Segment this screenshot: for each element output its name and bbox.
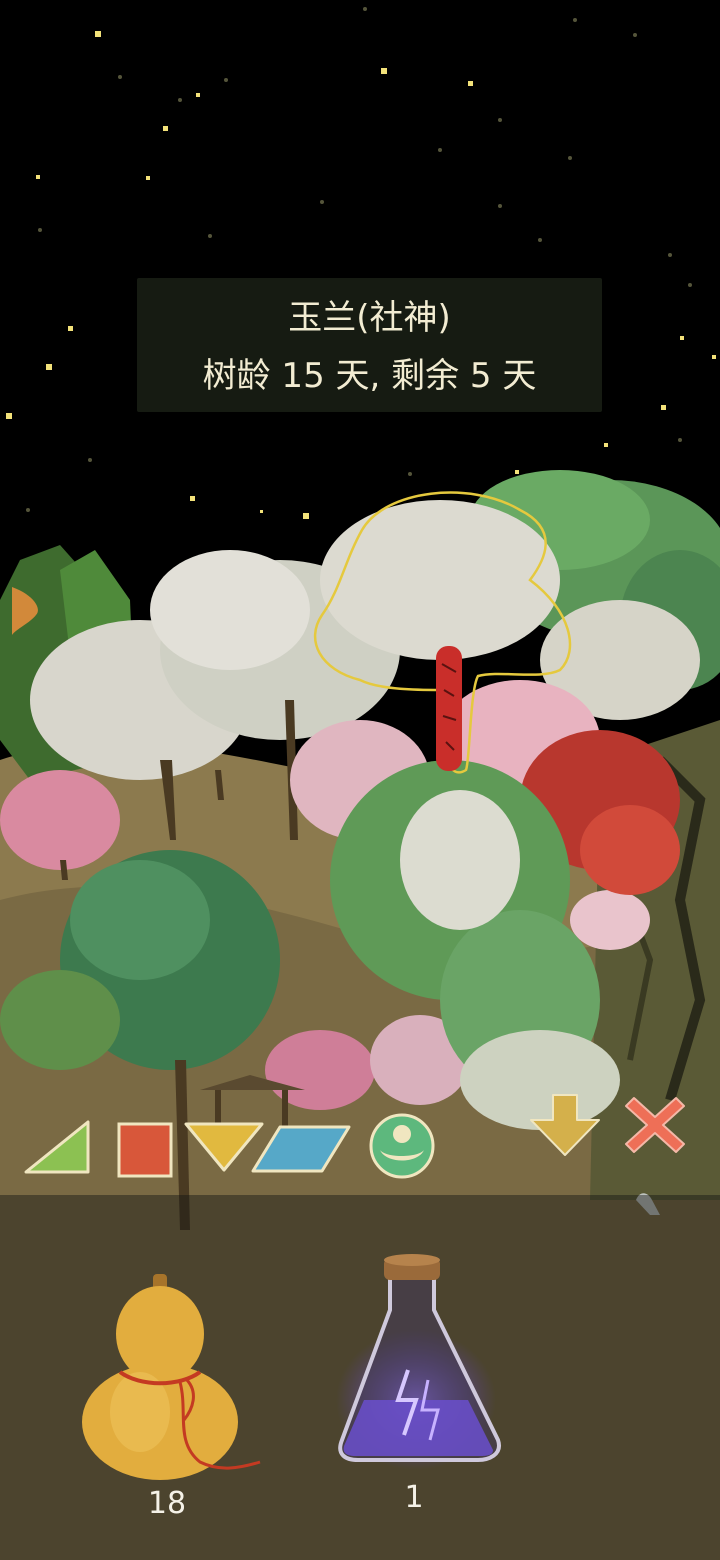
gourd-count: 18 [147, 1486, 187, 1521]
tree-info-panel: 玉兰(社神) 树龄 15 天, 剩余 5 天 [137, 278, 602, 412]
chevron-right-icon [12, 587, 38, 635]
green-triangle-icon [24, 1120, 90, 1174]
red-square-icon [117, 1122, 173, 1178]
side-menu-toggle[interactable] [6, 585, 46, 641]
gourd-icon [82, 1274, 261, 1480]
tool-parallelogram-button[interactable] [250, 1124, 352, 1174]
close-button[interactable] [622, 1092, 688, 1158]
green-sprout-circle-icon [369, 1113, 435, 1179]
tree-age-label: 树龄 15 天, 剩余 5 天 [202, 356, 537, 396]
lower-down-button[interactable] [527, 1092, 603, 1158]
gourd-item[interactable] [80, 1272, 270, 1482]
down-arrow-icon [530, 1094, 600, 1156]
game-screen: 玉兰(社神) 树龄 15 天, 剩余 5 天 18 1 [0, 0, 720, 1560]
tool-triangle-button[interactable] [22, 1118, 92, 1176]
lightning-potion-icon [336, 1254, 501, 1470]
tool-sprout-button[interactable] [368, 1112, 436, 1180]
tool-square-button[interactable] [117, 1122, 173, 1178]
potion-count: 1 [404, 1480, 424, 1515]
shrine-plaque [436, 646, 462, 771]
blue-parallelogram-icon [251, 1125, 351, 1173]
tree-name-label: 玉兰(社神) [288, 298, 451, 338]
close-x-icon [625, 1097, 685, 1153]
potion-item[interactable] [328, 1250, 518, 1475]
